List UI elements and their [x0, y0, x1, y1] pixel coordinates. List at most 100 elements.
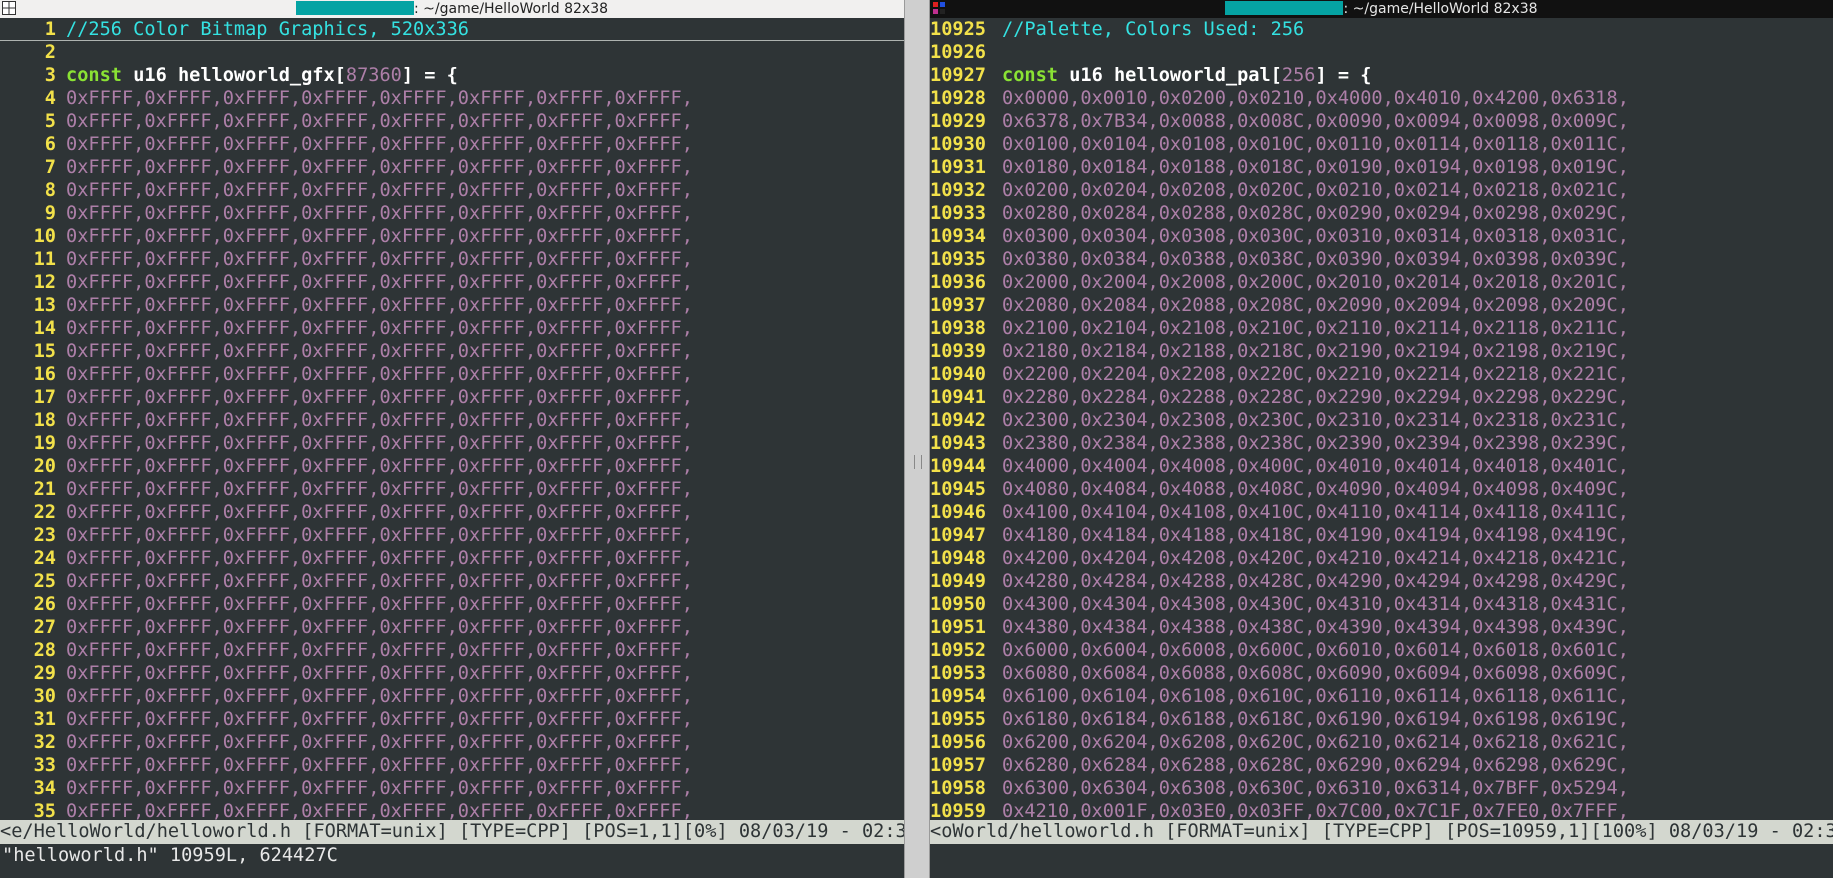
divider-grip-icon[interactable]: [914, 455, 922, 469]
palette-data-row: 0x0000,0x0010,0x0200,0x0210,0x4000,0x401…: [1002, 88, 1629, 109]
line-number: 10948: [930, 548, 986, 569]
palette-data-row: 0x4000,0x4004,0x4008,0x400C,0x4010,0x401…: [1002, 456, 1629, 477]
code-line: 10936 0x2000,0x2004,0x2008,0x200C,0x2010,…: [930, 271, 1833, 294]
code-line: 9 0xFFFF,0xFFFF,0xFFFF,0xFFFF,0xFFFF,0xFF…: [0, 202, 904, 225]
right-terminal-window[interactable]: : ~/game/HelloWorld 82x38 10925 //Palette…: [930, 0, 1833, 878]
line-number: 10944: [930, 456, 986, 477]
line-number: 15: [33, 341, 56, 362]
hex-data-row: 0xFFFF,0xFFFF,0xFFFF,0xFFFF,0xFFFF,0xFFF…: [66, 111, 693, 132]
vim-command-line[interactable]: "helloworld.h" 10959L, 624427C: [0, 844, 904, 878]
code-line: 10931 0x0180,0x0184,0x0188,0x018C,0x0190,…: [930, 156, 1833, 179]
palette-data-row: 0x2380,0x2384,0x2388,0x238C,0x2390,0x239…: [1002, 433, 1629, 454]
code-line: 10940 0x2200,0x2204,0x2208,0x220C,0x2210,…: [930, 363, 1833, 386]
line-number: 10936: [930, 272, 986, 293]
line-number: 10927: [930, 65, 986, 86]
code-line: 10949 0x4280,0x4284,0x4288,0x428C,0x4290,…: [930, 570, 1833, 593]
editor-buffer[interactable]: 10925//Palette, Colors Used: 256 10926 109…: [930, 18, 1833, 846]
line-number: 10945: [930, 479, 986, 500]
code-line: 24 0xFFFF,0xFFFF,0xFFFF,0xFFFF,0xFFFF,0xF…: [0, 547, 904, 570]
palette-data-row: 0x2280,0x2284,0x2288,0x228C,0x2290,0x229…: [1002, 387, 1629, 408]
palette-data-row: 0x2080,0x2084,0x2088,0x208C,0x2090,0x209…: [1002, 295, 1629, 316]
line-number: 10: [33, 226, 56, 247]
code-line: 10951 0x4380,0x4384,0x4388,0x438C,0x4390,…: [930, 616, 1833, 639]
hex-data-row: 0xFFFF,0xFFFF,0xFFFF,0xFFFF,0xFFFF,0xFFF…: [66, 525, 693, 546]
palette-data-row: 0x0280,0x0284,0x0288,0x028C,0x0290,0x029…: [1002, 203, 1629, 224]
line-number: 19: [33, 433, 56, 454]
hex-data-row: 0xFFFF,0xFFFF,0xFFFF,0xFFFF,0xFFFF,0xFFF…: [66, 502, 693, 523]
right-window-titlebar[interactable]: : ~/game/HelloWorld 82x38: [930, 0, 1833, 18]
hex-data-row: 0xFFFF,0xFFFF,0xFFFF,0xFFFF,0xFFFF,0xFFF…: [66, 686, 693, 707]
line-number: 24: [33, 548, 56, 569]
line-number: 3: [44, 65, 56, 86]
line-number: 10956: [930, 732, 986, 753]
code-text: ] = {: [401, 65, 458, 86]
code-line: 10952 0x6000,0x6004,0x6008,0x600C,0x6010,…: [930, 639, 1833, 662]
line-number: 10946: [930, 502, 986, 523]
line-number: 7: [44, 157, 56, 178]
code-text: ] = {: [1315, 65, 1372, 86]
hex-data-row: 0xFFFF,0xFFFF,0xFFFF,0xFFFF,0xFFFF,0xFFF…: [66, 594, 693, 615]
code-line: 10956 0x6200,0x6204,0x6208,0x620C,0x6210,…: [930, 731, 1833, 754]
palette-data-row: 0x4210,0x001F,0x03E0,0x03FF,0x7C00,0x7C1…: [1002, 801, 1629, 822]
code-line: 10957 0x6280,0x6284,0x6288,0x628C,0x6290,…: [930, 754, 1833, 777]
window-title: : ~/game/HelloWorld 82x38: [413, 1, 609, 17]
line-number: 10926: [930, 42, 986, 63]
code-line: 10948 0x4200,0x4204,0x4208,0x420C,0x4210,…: [930, 547, 1833, 570]
code-line: 3 const u16 helloworld_gfx[87360] = {: [0, 64, 904, 87]
palette-data-row: 0x6300,0x6304,0x6308,0x630C,0x6310,0x631…: [1002, 778, 1629, 799]
hex-data-row: 0xFFFF,0xFFFF,0xFFFF,0xFFFF,0xFFFF,0xFFF…: [66, 801, 693, 822]
pane-divider[interactable]: [904, 0, 930, 878]
line-number: 10954: [930, 686, 986, 707]
palette-data-row: 0x2300,0x2304,0x2308,0x230C,0x2310,0x231…: [1002, 410, 1629, 431]
hex-data-row: 0xFFFF,0xFFFF,0xFFFF,0xFFFF,0xFFFF,0xFFF…: [66, 295, 693, 316]
hex-data-row: 0xFFFF,0xFFFF,0xFFFF,0xFFFF,0xFFFF,0xFFF…: [66, 548, 693, 569]
palette-data-row: 0x6100,0x6104,0x6108,0x610C,0x6110,0x611…: [1002, 686, 1629, 707]
code-line: 10925 //Palette, Colors Used: 256: [930, 18, 1833, 41]
palette-data-row: 0x2100,0x2104,0x2108,0x210C,0x2110,0x211…: [1002, 318, 1629, 339]
code-declaration: u16 helloworld_gfx[: [133, 65, 346, 86]
line-number: 10957: [930, 755, 986, 776]
line-number: 29: [33, 663, 56, 684]
code-line: 15 0xFFFF,0xFFFF,0xFFFF,0xFFFF,0xFFFF,0xF…: [0, 340, 904, 363]
line-number: 10947: [930, 525, 986, 546]
line-number: 18: [33, 410, 56, 431]
code-line: 10937 0x2080,0x2084,0x2088,0x208C,0x2090,…: [930, 294, 1833, 317]
hex-data-row: 0xFFFF,0xFFFF,0xFFFF,0xFFFF,0xFFFF,0xFFF…: [66, 364, 693, 385]
code-line: 28 0xFFFF,0xFFFF,0xFFFF,0xFFFF,0xFFFF,0xF…: [0, 639, 904, 662]
code-line: 10929 0x6378,0x7B34,0x0088,0x008C,0x0090,…: [930, 110, 1833, 133]
code-line: 31 0xFFFF,0xFFFF,0xFFFF,0xFFFF,0xFFFF,0xF…: [0, 708, 904, 731]
line-number: 21: [33, 479, 56, 500]
code-line: 10958 0x6300,0x6304,0x6308,0x630C,0x6310,…: [930, 777, 1833, 800]
code-line: 10944 0x4000,0x4004,0x4008,0x400C,0x4010,…: [930, 455, 1833, 478]
palette-data-row: 0x2000,0x2004,0x2008,0x200C,0x2010,0x201…: [1002, 272, 1629, 293]
code-line: 23 0xFFFF,0xFFFF,0xFFFF,0xFFFF,0xFFFF,0xF…: [0, 524, 904, 547]
code-line: 32 0xFFFF,0xFFFF,0xFFFF,0xFFFF,0xFFFF,0xF…: [0, 731, 904, 754]
line-number: 31: [33, 709, 56, 730]
redacted-hostname: [295, 1, 414, 15]
code-line: 25 0xFFFF,0xFFFF,0xFFFF,0xFFFF,0xFFFF,0xF…: [0, 570, 904, 593]
line-number: 10938: [930, 318, 986, 339]
line-number: 13: [33, 295, 56, 316]
line-number: 10934: [930, 226, 986, 247]
editor-buffer[interactable]: 1//256 Color Bitmap Graphics, 520x336 2 3 c…: [0, 18, 904, 823]
code-keyword: const: [1002, 65, 1058, 86]
palette-data-row: 0x4380,0x4384,0x4388,0x438C,0x4390,0x439…: [1002, 617, 1629, 638]
hex-data-row: 0xFFFF,0xFFFF,0xFFFF,0xFFFF,0xFFFF,0xFFF…: [66, 318, 693, 339]
hex-data-row: 0xFFFF,0xFFFF,0xFFFF,0xFFFF,0xFFFF,0xFFF…: [66, 663, 693, 684]
palette-data-row: 0x4080,0x4084,0x4088,0x408C,0x4090,0x409…: [1002, 479, 1629, 500]
left-terminal-window[interactable]: : ~/game/HelloWorld 82x38 1 //256 Color B…: [0, 0, 904, 878]
palette-data-row: 0x6000,0x6004,0x6008,0x600C,0x6010,0x601…: [1002, 640, 1629, 661]
code-line: 10950 0x4300,0x4304,0x4308,0x430C,0x4310,…: [930, 593, 1833, 616]
line-number: 4: [44, 88, 56, 109]
palette-data-row: 0x6080,0x6084,0x6088,0x608C,0x6090,0x609…: [1002, 663, 1629, 684]
hex-data-row: 0xFFFF,0xFFFF,0xFFFF,0xFFFF,0xFFFF,0xFFF…: [66, 387, 693, 408]
line-number: 32: [33, 732, 56, 753]
code-line: 34 0xFFFF,0xFFFF,0xFFFF,0xFFFF,0xFFFF,0xF…: [0, 777, 904, 800]
palette-data-row: 0x4100,0x4104,0x4108,0x410C,0x4110,0x411…: [1002, 502, 1629, 523]
code-line: 10932 0x0200,0x0204,0x0208,0x020C,0x0210,…: [930, 179, 1833, 202]
line-number: 10933: [930, 203, 986, 224]
hex-data-row: 0xFFFF,0xFFFF,0xFFFF,0xFFFF,0xFFFF,0xFFF…: [66, 180, 693, 201]
code-keyword: const: [66, 65, 122, 86]
left-window-titlebar[interactable]: : ~/game/HelloWorld 82x38: [0, 0, 904, 18]
code-line: 10943 0x2380,0x2384,0x2388,0x238C,0x2390,…: [930, 432, 1833, 455]
